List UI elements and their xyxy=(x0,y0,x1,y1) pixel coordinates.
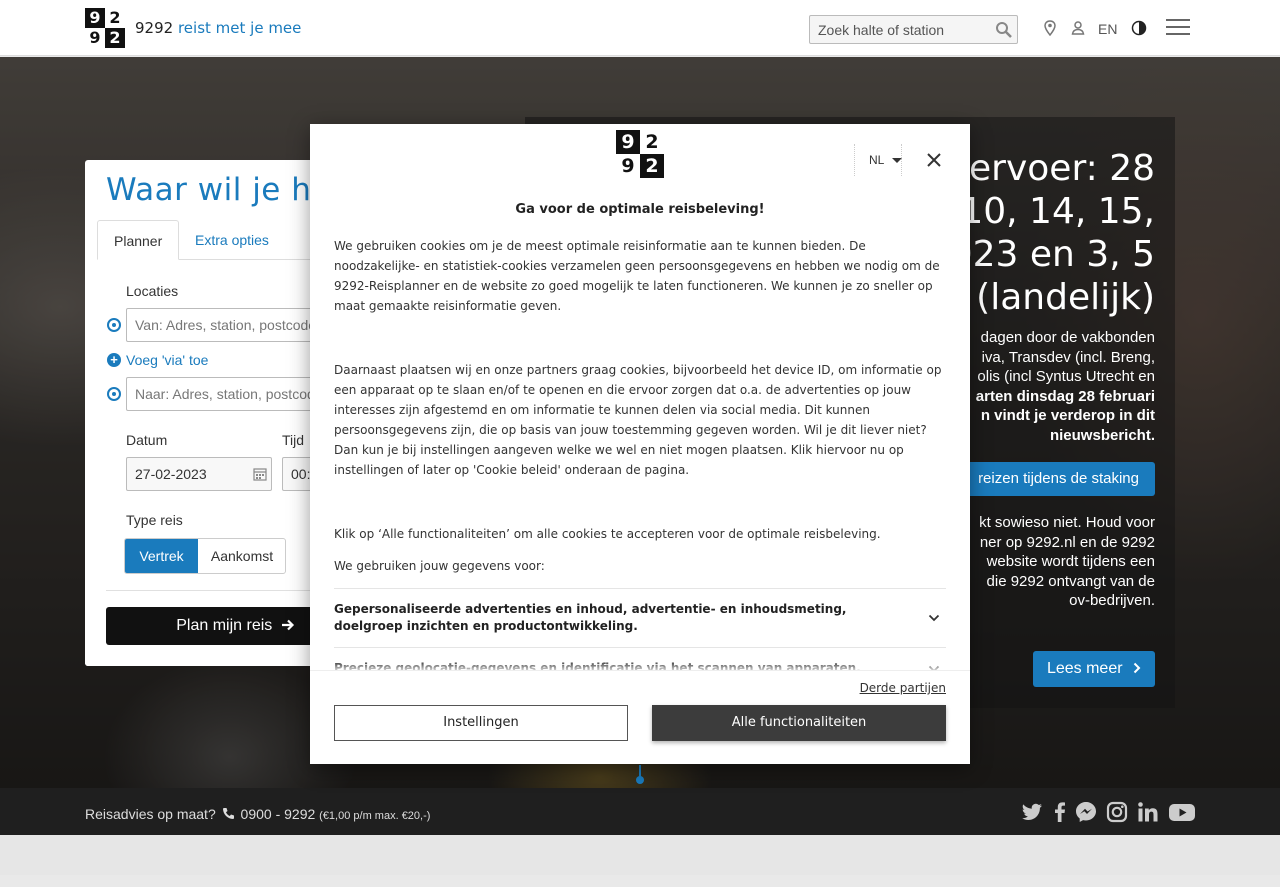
arrow-right-icon xyxy=(281,619,294,631)
twitter-icon[interactable] xyxy=(1020,800,1044,824)
page-bottom xyxy=(0,835,1280,875)
logo-digit: 2 xyxy=(640,154,664,178)
date-label: Datum xyxy=(126,432,168,448)
search-button[interactable] xyxy=(993,19,1015,41)
purpose-accordion[interactable]: Precieze geolocatie-gegevens en identifi… xyxy=(334,647,946,671)
brand-name: 9292 xyxy=(135,19,174,37)
phone-price: (€1,00 p/m max. €20,-) xyxy=(319,810,431,822)
brand-tagline: reist met je mee xyxy=(177,19,302,37)
time-label: Tijd xyxy=(282,432,305,448)
trip-type-label: Type reis xyxy=(126,512,183,528)
tab-planner[interactable]: Planner xyxy=(97,220,180,260)
plan-trip-label: Plan mijn reis xyxy=(176,617,273,634)
location-button[interactable] xyxy=(1040,18,1060,38)
contrast-toggle[interactable] xyxy=(1129,18,1149,38)
footer-bar: Reisadvies op maat? 0900 - 9292 (€1,00 p… xyxy=(0,788,1280,835)
logo-digit: 9 xyxy=(85,8,105,28)
search-icon xyxy=(996,22,1012,38)
settings-button[interactable]: Instellingen xyxy=(334,705,628,741)
contrast-icon xyxy=(1131,20,1147,36)
to-marker-icon xyxy=(107,387,121,401)
cookie-paragraph: We gebruiken cookies om je de meest opti… xyxy=(334,239,940,313)
user-icon xyxy=(1071,21,1085,35)
logo-digit: 2 xyxy=(105,8,125,28)
modal-logo: 9 2 9 2 xyxy=(616,130,664,178)
brand[interactable]: 9292 reist met je mee xyxy=(135,19,301,37)
logo-digit: 9 xyxy=(616,130,640,154)
date-input[interactable]: 27-02-2023 xyxy=(126,457,272,491)
purpose-accordion[interactable]: Gepersonaliseerde advertenties en inhoud… xyxy=(334,588,946,647)
add-via-link[interactable]: Voeg 'via' toe xyxy=(126,352,208,368)
stop-search-input[interactable] xyxy=(810,16,990,43)
carousel-indicator[interactable] xyxy=(636,776,644,784)
phone-icon xyxy=(222,808,234,819)
accept-all-button[interactable]: Alle functionaliteiten xyxy=(652,705,946,741)
cookie-consent-modal: 9 2 9 2 NL Ga voor de optimale reisbelev… xyxy=(310,124,970,764)
logo-digit: 2 xyxy=(640,130,664,154)
modal-close-button[interactable] xyxy=(924,150,944,170)
language-switch[interactable]: EN xyxy=(1098,21,1117,37)
departure-option[interactable]: Vertrek xyxy=(125,539,198,573)
linkedin-icon[interactable] xyxy=(1136,800,1160,824)
logo-digit: 2 xyxy=(105,28,125,48)
map-marker-icon xyxy=(1044,20,1056,36)
chevron-right-icon xyxy=(1133,662,1141,674)
hamburger-menu-icon[interactable] xyxy=(1166,19,1190,37)
tab-extra-options[interactable]: Extra opties xyxy=(179,220,285,260)
cookie-paragraph: Daarnaast plaatsen wij en onze partners … xyxy=(334,363,942,477)
trip-type-toggle: Vertrek Aankomst xyxy=(124,538,286,574)
modal-language-select[interactable]: NL xyxy=(854,144,902,176)
phone-info: Reisadvies op maat? 0900 - 9292 (€1,00 p… xyxy=(85,806,430,822)
stop-search xyxy=(809,15,1018,44)
messenger-icon[interactable] xyxy=(1074,800,1098,824)
read-more-label: Lees meer xyxy=(1046,660,1123,677)
date-value: 27-02-2023 xyxy=(135,466,207,482)
site-header: 9 2 9 2 9292 reist met je mee EN xyxy=(0,0,1280,56)
calendar-icon xyxy=(253,468,267,481)
strike-travel-button[interactable]: reizen tijdens de staking xyxy=(962,462,1155,496)
logo-digit: 9 xyxy=(85,28,105,48)
read-more-button[interactable]: Lees meer xyxy=(1032,651,1155,687)
phone-question: Reisadvies op maat? xyxy=(85,806,216,822)
cookie-paragraph: Klik op ‘Alle functionaliteiten’ om alle… xyxy=(334,527,881,541)
third-parties-link[interactable]: Derde partijen xyxy=(860,681,946,695)
phone-number[interactable]: 0900 - 9292 xyxy=(241,806,316,822)
purpose-label: Gepersonaliseerde advertenties en inhoud… xyxy=(334,602,847,633)
add-via-icon: + xyxy=(107,353,121,367)
modal-footer: Derde partijen Instellingen Alle functio… xyxy=(310,670,970,764)
modal-content[interactable]: We gebruiken cookies om je de meest opti… xyxy=(334,236,946,671)
arrival-option[interactable]: Aankomst xyxy=(199,539,285,573)
logo[interactable]: 9 2 9 2 xyxy=(85,8,125,48)
modal-language-value: NL xyxy=(869,153,885,167)
instagram-icon[interactable] xyxy=(1105,800,1129,824)
logo-digit: 9 xyxy=(616,154,640,178)
close-icon xyxy=(927,153,941,167)
youtube-icon[interactable] xyxy=(1168,800,1196,824)
from-marker-icon xyxy=(107,318,121,332)
cookie-paragraph: We gebruiken jouw gegevens voor: xyxy=(334,559,545,573)
modal-title: Ga voor de optimale reisbeleving! xyxy=(515,202,765,217)
chevron-down-icon xyxy=(928,614,940,622)
caret-down-icon xyxy=(892,158,902,163)
account-button[interactable] xyxy=(1068,18,1088,38)
locations-label: Locaties xyxy=(126,283,179,299)
facebook-icon[interactable] xyxy=(1048,800,1072,824)
